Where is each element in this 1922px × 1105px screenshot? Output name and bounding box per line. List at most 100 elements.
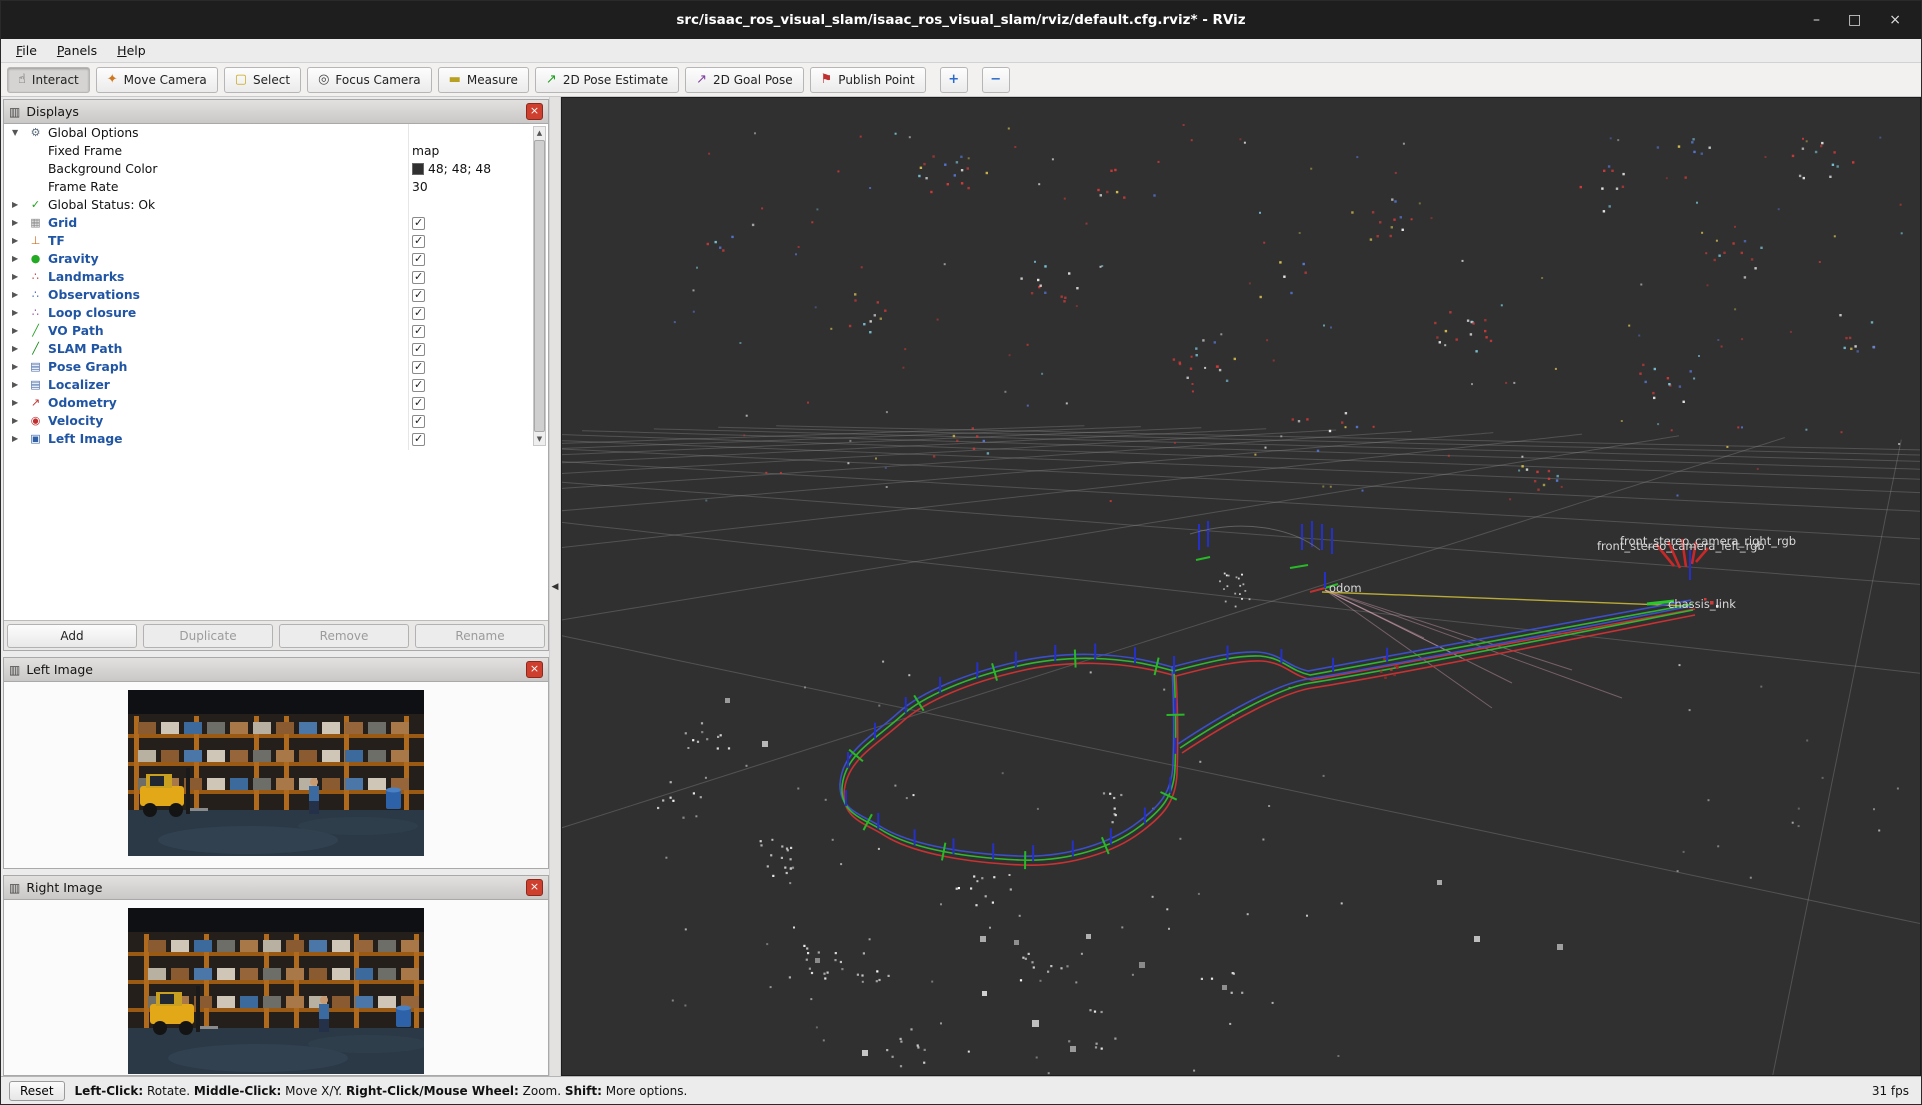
tree-item-label: Frame Rate [48,178,118,196]
expander-closed-icon[interactable]: ▶ [12,304,24,322]
displays-panel-close-button[interactable] [526,103,543,120]
expander-closed-icon[interactable]: ▶ [12,214,24,232]
frame-label-chassis-link: chassis_link [1668,597,1736,611]
tree-item-value[interactable]: map [412,142,439,160]
maximize-button[interactable]: □ [1848,12,1861,28]
tree-row-global-options[interactable]: ▼⚙Global Options [4,124,548,142]
expander-closed-icon[interactable]: ▶ [12,376,24,394]
interact-tool-button[interactable]: ☝Interact [7,67,90,93]
window-title: src/isaac_ros_visual_slam/isaac_ros_visu… [1,12,1921,28]
select-tool-button[interactable]: ▢Select [224,67,301,93]
expander-closed-icon[interactable]: ▶ [12,412,24,430]
hint-left-click: Left-Click: Rotate. [75,1084,194,1098]
gear-icon: ⚙ [27,124,44,142]
display-enabled-checkbox[interactable]: ✓ [412,235,425,248]
tree-row-localizer[interactable]: ▶▤Localizer✓ [4,376,548,394]
tree-row-background-color[interactable]: Background Color48; 48; 48 [4,160,548,178]
expander-closed-icon[interactable]: ▶ [12,232,24,250]
tree-row-loop-closure[interactable]: ▶∴Loop closure ✓ [4,304,548,322]
panel-splitter[interactable] [549,97,561,1076]
odometry-icon: ↗ [27,394,44,412]
tree-row-landmarks[interactable]: ▶∴Landmarks✓ [4,268,548,286]
velocity-icon: ◉ [27,412,44,430]
tree-item-label: Global Options [48,124,139,142]
close-window-button[interactable]: × [1889,12,1901,28]
3d-viewport[interactable]: front_stereo_camera_left_rgbfront_stereo… [561,97,1921,1076]
tree-item-value[interactable]: 48; 48; 48 [412,160,491,178]
display-enabled-checkbox[interactable]: ✓ [412,397,425,410]
add-tool-icon-button[interactable]: + [940,67,968,93]
tree-row-frame-rate[interactable]: Frame Rate 30 [4,178,548,196]
display-enabled-checkbox[interactable]: ✓ [412,415,425,428]
tree-row-slam-path[interactable]: ▶╱SLAM Path✓ [4,340,548,358]
titlebar[interactable]: src/isaac_ros_visual_slam/isaac_ros_visu… [1,1,1921,39]
displays-panel-header[interactable]: Displays [4,100,548,124]
expander-closed-icon[interactable]: ▶ [12,268,24,286]
2d-pose-estimate-tool-button[interactable]: ↗2D Pose Estimate [535,67,679,93]
left-image-panel-close-button[interactable] [526,661,543,678]
display-enabled-checkbox[interactable]: ✓ [412,217,425,230]
frame-label-odom: odom [1329,581,1362,595]
tree-row-vo-path[interactable]: ▶╱VO Path✓ [4,322,548,340]
panel-icon [9,881,20,895]
tree-row-pose-graph[interactable]: ▶▤Pose Graph✓ [4,358,548,376]
expander-closed-icon[interactable]: ▶ [12,286,24,304]
menu-help[interactable]: Help [108,41,155,60]
expander-closed-icon[interactable]: ▶ [12,196,24,214]
right-image-wrap [4,900,548,1075]
tree-item-label: TF [48,232,65,250]
display-enabled-checkbox[interactable]: ✓ [412,325,425,338]
reset-button[interactable]: Reset [9,1081,65,1101]
display-enabled-checkbox[interactable]: ✓ [412,307,425,320]
display-enabled-checkbox[interactable]: ✓ [412,343,425,356]
measure-tool-button[interactable]: ▬Measure [438,67,529,93]
minimize-button[interactable]: – [1813,12,1820,28]
loop-closure-icon: ∴ [27,304,44,322]
focus-camera-tool-button[interactable]: ◎Focus Camera [307,67,432,93]
tree-row-odometry[interactable]: ▶↗Odometry✓ [4,394,548,412]
expander-closed-icon[interactable]: ▶ [12,358,24,376]
expander-closed-icon[interactable]: ▶ [12,430,24,448]
tree-row-grid[interactable]: ▶▦Grid✓ [4,214,548,232]
remove-tool-icon-button[interactable]: − [982,67,1010,93]
display-enabled-checkbox[interactable]: ✓ [412,379,425,392]
display-enabled-checkbox[interactable]: ✓ [412,361,425,374]
move-camera-tool-button[interactable]: ✦Move Camera [96,67,218,93]
right-image-panel-header[interactable]: Right Image [4,876,548,900]
tree-row-tf[interactable]: ▶⊥TF✓ [4,232,548,250]
display-enabled-checkbox[interactable]: ✓ [412,271,425,284]
tree-row-observations[interactable]: ▶∴Observations✓ [4,286,548,304]
expander-closed-icon[interactable]: ▶ [12,394,24,412]
scrollbar-thumb[interactable] [534,140,545,432]
tree-row-gravity[interactable]: ▶●Gravity✓ [4,250,548,268]
tree-row-fixed-frame[interactable]: Fixed Framemap [4,142,548,160]
tree-row-velocity[interactable]: ▶◉Velocity✓ [4,412,548,430]
expander-closed-icon[interactable]: ▶ [12,340,24,358]
menu-panels[interactable]: Panels [48,41,106,60]
display-enabled-checkbox[interactable]: ✓ [412,289,425,302]
pose-graph-icon: ▤ [27,358,44,376]
tree-row-left-image[interactable]: ▶▣Left Image✓ [4,430,548,448]
remove-button: Remove [279,624,409,648]
expander-closed-icon[interactable]: ▶ [12,322,24,340]
displays-tree-scrollbar[interactable] [533,126,546,446]
statusbar: Reset Left-Click: Rotate. Middle-Click: … [1,1076,1921,1104]
add-button[interactable]: Add [7,624,137,648]
expander-closed-icon[interactable]: ▶ [12,250,24,268]
tree-item-label: Loop closure [48,304,136,322]
tree-item-value[interactable]: 30 [412,178,428,196]
right-image-panel-close-button[interactable] [526,879,543,896]
display-enabled-checkbox[interactable]: ✓ [412,433,425,446]
value-text: 30 [412,178,428,196]
display-enabled-checkbox[interactable]: ✓ [412,253,425,266]
measure-icon: ▬ [449,73,461,86]
publish-point-tool-button[interactable]: ⚑Publish Point [810,67,926,93]
tool-label: Focus Camera [335,73,420,87]
tool-label: 2D Pose Estimate [563,73,668,87]
2d-goal-pose-tool-button[interactable]: ↗2D Goal Pose [685,67,804,93]
tree-row-global-status-ok[interactable]: ▶✓Global Status: Ok [4,196,548,214]
menu-file[interactable]: File [7,41,46,60]
3d-scene: front_stereo_camera_left_rgbfront_stereo… [562,98,1921,1076]
left-image-panel-header[interactable]: Left Image [4,658,548,682]
expander-open-icon[interactable]: ▼ [12,124,24,142]
